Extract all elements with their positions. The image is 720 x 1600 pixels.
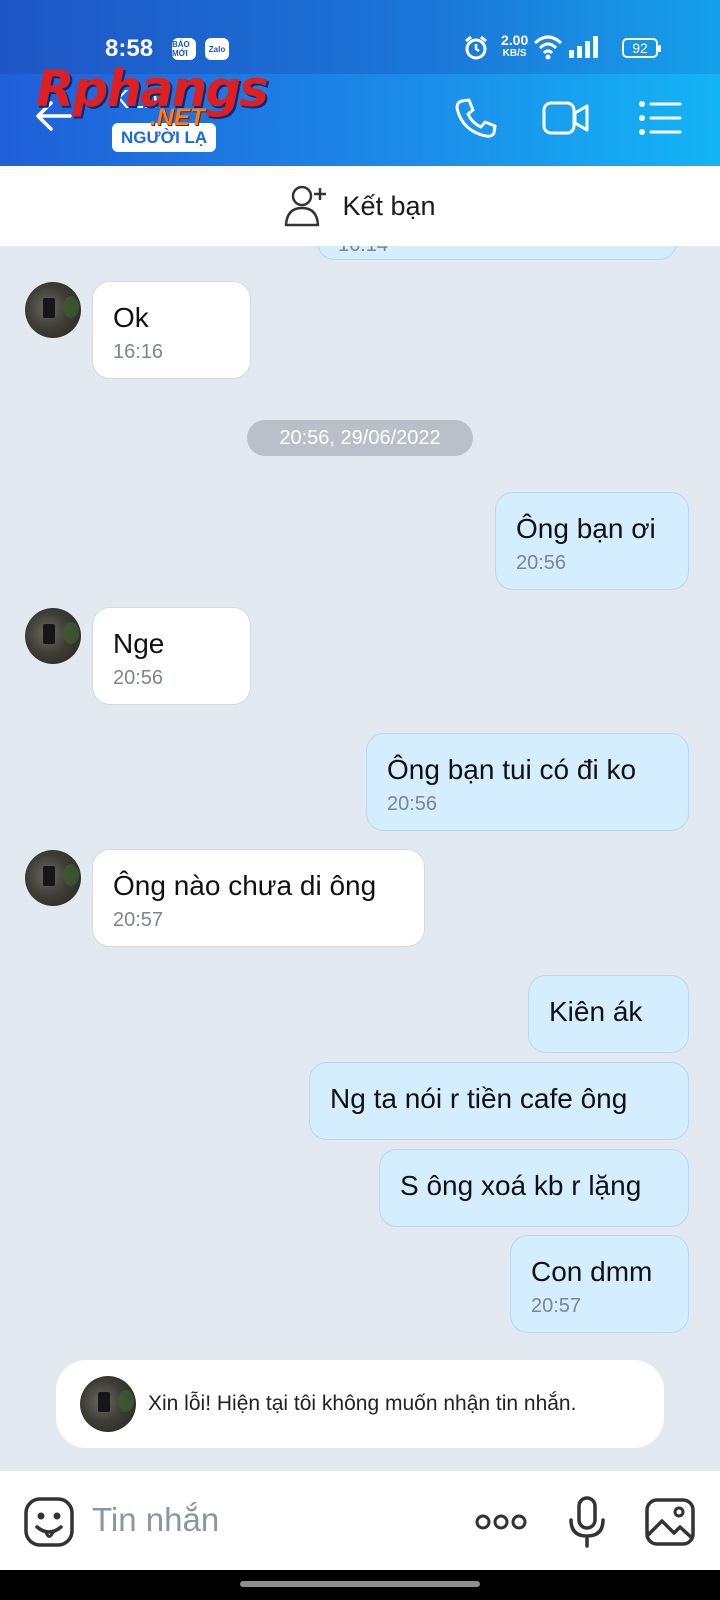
message-text: Ông bạn ơi: [516, 513, 656, 544]
alarm-icon: [465, 35, 487, 60]
contact-avatar: [80, 1376, 136, 1432]
message-text: Ông bạn tui có đi ko: [387, 754, 637, 785]
message-time: 20:56: [113, 667, 164, 689]
message-sent[interactable]: Con dmm 20:57: [510, 1235, 689, 1333]
wifi-icon: [533, 35, 563, 60]
battery-indicator: 92: [622, 38, 661, 58]
message-text: Ng ta nói r tiền cafe ông: [330, 1083, 628, 1114]
message-time: 20:57: [113, 909, 164, 931]
message-sent[interactable]: Kiên ák: [528, 975, 689, 1053]
contact-avatar[interactable]: [25, 850, 81, 906]
zalo-notification-icon: Zalo: [205, 38, 229, 60]
message-input-bar: Tin nhắn: [0, 1470, 720, 1570]
message-time: 16:16: [113, 341, 164, 363]
status-time: 8:58: [105, 35, 154, 62]
message-time: 20:57: [531, 1295, 582, 1317]
image-gallery-icon[interactable]: [643, 1495, 697, 1549]
network-speed: 2.00 KB/S: [501, 32, 529, 59]
menu-list-icon[interactable]: [636, 96, 684, 140]
message-time: 20:56: [516, 552, 567, 574]
add-friend-bar[interactable]: Kết bạn: [0, 166, 720, 246]
message-sent[interactable]: Ông bạn tui có đi ko 20:56: [366, 733, 689, 831]
chat-area[interactable]: 16:14 Ok 16:16 20:56, 29/06/2022 Ông bạn…: [0, 246, 720, 1470]
message-text: Con dmm: [531, 1256, 653, 1287]
sticker-icon[interactable]: [22, 1495, 76, 1549]
message-text: Ông nào chưa di ông: [113, 870, 377, 901]
contact-avatar[interactable]: [25, 282, 81, 338]
message-text: S ông xoá kb r lặng: [400, 1170, 642, 1201]
video-call-icon[interactable]: [542, 96, 590, 140]
more-options-icon[interactable]: [474, 1495, 528, 1549]
message-input[interactable]: Tin nhắn: [92, 1501, 219, 1539]
message-time: 20:56: [387, 793, 438, 815]
message-sent[interactable]: Ông bạn ơi 20:56: [495, 492, 689, 590]
message-time: 16:14: [338, 246, 388, 259]
date-divider: 20:56, 29/06/2022: [247, 420, 473, 456]
message-received[interactable]: Ông nào chưa di ông 20:57: [92, 849, 425, 947]
phone-call-icon[interactable]: [452, 96, 500, 140]
add-friend-label: Kết bạn: [342, 190, 436, 221]
auto-reply-notice: Xin lỗi! Hiện tại tôi không muốn nhận ti…: [56, 1360, 664, 1448]
message-text: Ok: [113, 302, 149, 333]
add-friend-icon: [285, 185, 327, 227]
message-received[interactable]: Ok 16:16: [92, 281, 251, 379]
message-sent[interactable]: Ng ta nói r tiền cafe ông: [309, 1062, 689, 1140]
message-sent[interactable]: 16:14: [317, 246, 677, 260]
message-text: Nge: [113, 628, 165, 659]
message-received[interactable]: Nge 20:56: [92, 607, 251, 705]
system-navigation-bar: [0, 1570, 720, 1600]
signal-icon: [569, 36, 598, 58]
message-sent[interactable]: S ông xoá kb r lặng: [379, 1149, 689, 1227]
microphone-icon[interactable]: [560, 1495, 614, 1549]
bao-moi-icon: BÁO MỚI: [172, 38, 196, 60]
notice-text: Xin lỗi! Hiện tại tôi không muốn nhận ti…: [148, 1392, 577, 1415]
contact-avatar[interactable]: [25, 608, 81, 664]
home-gesture-handle[interactable]: [240, 1581, 480, 1587]
message-text: Kiên ák: [549, 996, 643, 1027]
watermark-suffix: .NET: [150, 104, 205, 131]
